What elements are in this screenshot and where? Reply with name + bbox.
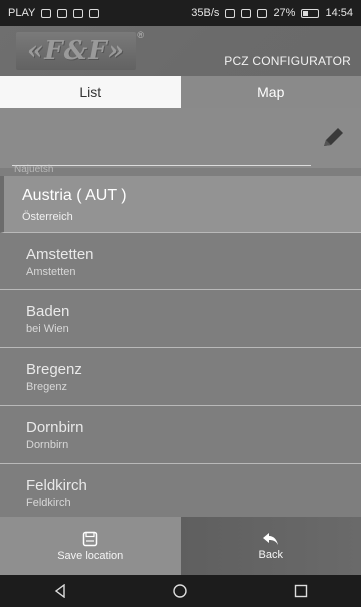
item-subtitle: Feldkirch	[26, 497, 71, 509]
edit-icon[interactable]	[319, 124, 347, 152]
item-title: Feldkirch	[26, 477, 87, 494]
item-title: Bregenz	[26, 361, 82, 378]
system-nav-bar	[0, 575, 361, 607]
nfc-icon	[225, 8, 236, 18]
status-bar: PLAY 35B/s 27% 14:54	[0, 0, 361, 26]
app-title: PCZ CONFIGURATOR	[224, 54, 351, 68]
item-subtitle: Dornbirn	[26, 439, 69, 451]
item-title: Baden	[26, 303, 70, 320]
signal-icon	[257, 8, 268, 18]
item-subtitle: Österreich	[22, 211, 73, 223]
back-arrow-icon	[262, 532, 278, 545]
carrier-name: PLAY	[8, 7, 36, 19]
scrolled-label: Najuetsh	[14, 164, 54, 175]
status-left: PLAY	[8, 7, 100, 19]
back-label: Back	[258, 548, 283, 561]
location-list: Najuetsh Austria ( AUT ) Österreich Amst…	[0, 164, 361, 517]
registered-mark: ®	[137, 30, 144, 40]
back-button[interactable]: Back	[180, 517, 361, 575]
save-icon	[83, 531, 98, 546]
nav-back-icon[interactable]	[53, 584, 67, 598]
save-location-button[interactable]: Save location	[0, 517, 181, 575]
list-item[interactable]: Baden bei Wien	[0, 291, 361, 348]
item-subtitle: Bregenz	[26, 381, 67, 393]
tab-map[interactable]: Map	[180, 76, 361, 108]
item-subtitle: Amstetten	[26, 266, 76, 278]
battery-icon	[301, 8, 320, 18]
nav-home-icon[interactable]	[173, 584, 188, 598]
list-item[interactable]: Feldkirch Feldkirch	[0, 465, 361, 517]
save-location-label: Save location	[57, 549, 124, 562]
item-title: Amstetten	[26, 246, 94, 263]
search-area	[0, 108, 361, 168]
battery-percent: 27%	[273, 7, 296, 19]
item-title: Dornbirn	[26, 419, 84, 436]
list-item[interactable]: Dornbirn Dornbirn	[0, 407, 361, 464]
status-right: 35B/s 27% 14:54	[191, 7, 353, 19]
clock: 14:54	[325, 7, 353, 19]
app-header: «F&F» ® PCZ CONFIGURATOR	[0, 26, 361, 76]
network-speed: 35B/s	[191, 7, 220, 19]
alarm-icon	[241, 8, 252, 18]
message-icon	[57, 8, 68, 18]
notification-icon	[41, 8, 52, 18]
brand-logo: «F&F» ®	[16, 30, 144, 70]
logo-text: «F&F»	[27, 36, 125, 66]
list-item[interactable]: Amstetten Amstetten	[0, 234, 361, 290]
tab-bar: List Map	[0, 76, 361, 108]
item-subtitle: bei Wien	[26, 323, 69, 335]
gallery-icon	[89, 8, 100, 18]
search-input[interactable]	[12, 141, 311, 166]
app-icon	[73, 8, 84, 18]
item-title: Austria ( AUT )	[22, 187, 127, 204]
list-item[interactable]: Austria ( AUT ) Österreich	[0, 176, 361, 233]
nav-recents-icon[interactable]	[294, 584, 308, 598]
bottom-action-bar: Save location Back	[0, 517, 361, 575]
tab-list[interactable]: List	[0, 76, 181, 108]
list-item[interactable]: Bregenz Bregenz	[0, 349, 361, 406]
